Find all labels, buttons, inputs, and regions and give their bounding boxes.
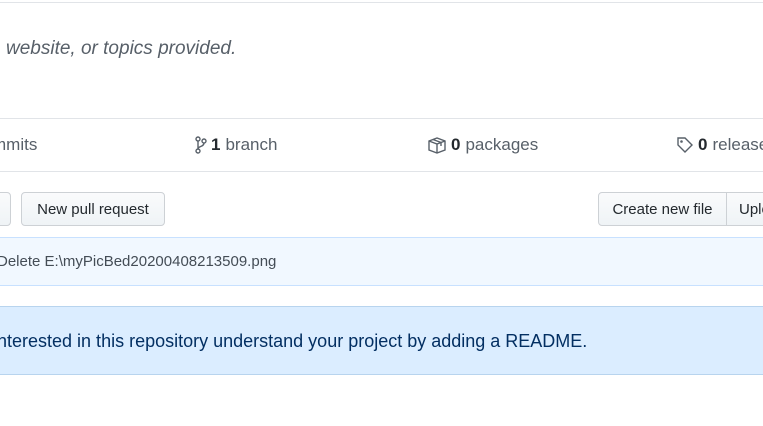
repository-summary-bar: mmits 1 branch 0 package bbox=[0, 118, 763, 172]
upload-files-button[interactable]: Upload files bbox=[726, 192, 763, 226]
new-pull-request-button[interactable]: New pull request bbox=[21, 192, 165, 226]
commits-link[interactable]: mmits bbox=[0, 119, 37, 171]
commits-label: mmits bbox=[0, 135, 38, 154]
latest-commit-bar: Delete E:\myPicBed20200408213509.png bbox=[0, 237, 763, 286]
branch-select-button[interactable] bbox=[0, 192, 11, 226]
releases-count: 0 bbox=[698, 135, 708, 154]
packages-label: packages bbox=[465, 135, 539, 154]
branches-label: branch bbox=[225, 135, 278, 154]
branches-link[interactable]: 1 branch bbox=[195, 119, 277, 171]
branch-icon bbox=[195, 136, 207, 154]
branches-count: 1 bbox=[211, 135, 221, 154]
repository-description-text: website, or topics provided. bbox=[6, 38, 237, 59]
package-icon bbox=[427, 136, 447, 154]
repository-description-box: website, or topics provided. bbox=[0, 2, 763, 118]
readme-notice-text: nterested in this repository understand … bbox=[0, 331, 588, 351]
packages-count: 0 bbox=[451, 135, 461, 154]
repository-page: website, or topics provided. mmits 1 bra… bbox=[0, 0, 763, 426]
latest-commit-message[interactable]: Delete E:\myPicBed20200408213509.png bbox=[0, 253, 276, 270]
packages-link[interactable]: 0 packages bbox=[427, 119, 538, 171]
releases-link[interactable]: 0 releases bbox=[676, 119, 763, 171]
readme-notice: nterested in this repository understand … bbox=[0, 306, 763, 375]
create-new-file-button[interactable]: Create new file bbox=[598, 192, 727, 226]
releases-label: releases bbox=[712, 135, 763, 154]
tag-icon bbox=[676, 136, 694, 154]
